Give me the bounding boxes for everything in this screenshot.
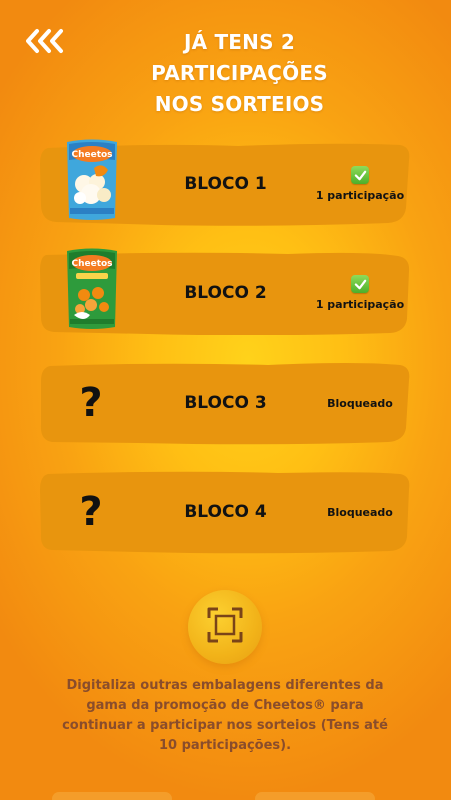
block-label: BLOCO 3 xyxy=(184,393,267,413)
block-card-1[interactable]: Cheetos BLOCO 1 1 participação xyxy=(38,139,411,226)
block-label: BLOCO 1 xyxy=(184,174,267,194)
block-status: 1 participação xyxy=(310,142,410,226)
block-status: Bloqueado xyxy=(310,361,410,445)
locked-placeholder: ? xyxy=(79,489,103,535)
block-card-4[interactable]: ? BLOCO 4 Bloqueado xyxy=(38,470,411,554)
title-line: JÁ TENS 2 xyxy=(183,30,295,54)
product-image-cheetos-popcorn: Cheetos xyxy=(64,138,120,222)
locked-placeholder: ? xyxy=(79,380,103,426)
scan-button[interactable] xyxy=(188,590,262,664)
back-button[interactable] xyxy=(26,28,66,58)
page-title: JÁ TENS 2 PARTICIPAÇÕES NOS SORTEIOS xyxy=(80,27,399,120)
block-card-2[interactable]: Cheetos BLOCO 2 1 participação xyxy=(38,248,411,335)
block-status: Bloqueado xyxy=(310,470,410,554)
block-status-text: 1 participação xyxy=(315,298,405,311)
block-card-3[interactable]: ? BLOCO 3 Bloqueado xyxy=(38,361,411,445)
chevron-triple-left-icon xyxy=(26,28,66,58)
product-image-cheetos-green: Cheetos xyxy=(64,247,120,331)
info-text: Digitaliza outras embalagens diferentes … xyxy=(62,678,388,753)
block-status-text: Bloqueado xyxy=(327,396,393,410)
block-label: BLOCO 2 xyxy=(184,283,267,303)
block-status-text: 1 participação xyxy=(315,189,405,202)
title-line: NOS SORTEIOS xyxy=(154,92,325,116)
check-icon xyxy=(351,166,369,184)
scan-frame-icon xyxy=(205,605,245,649)
block-label: BLOCO 4 xyxy=(184,502,267,522)
bottom-decoration xyxy=(255,792,375,800)
title-line: PARTICIPAÇÕES xyxy=(151,61,328,85)
block-status: 1 participação xyxy=(310,251,410,335)
svg-text:Cheetos: Cheetos xyxy=(71,259,112,269)
bottom-decoration xyxy=(52,792,172,800)
block-status-text: Bloqueado xyxy=(327,505,393,519)
svg-text:Cheetos: Cheetos xyxy=(71,150,112,160)
check-icon xyxy=(351,275,369,293)
